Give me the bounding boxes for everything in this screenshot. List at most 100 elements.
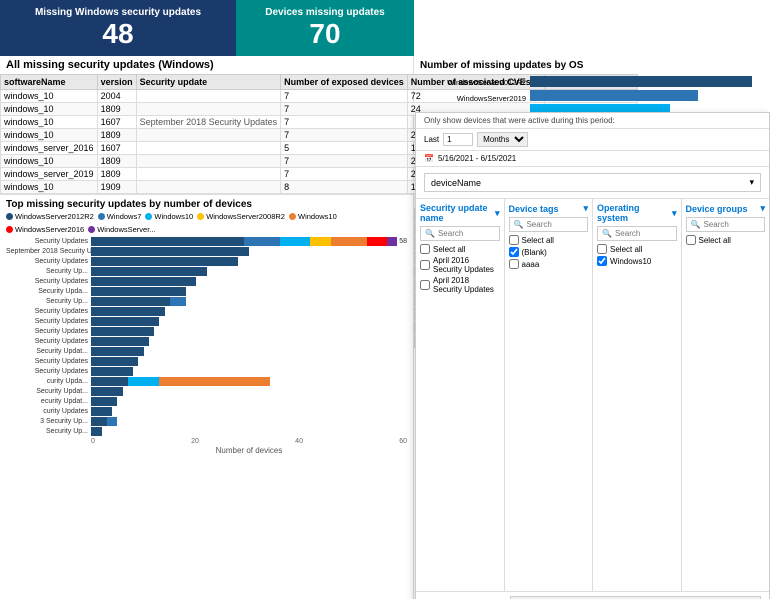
table-cell: 7 [281,168,408,181]
tags-blank-label: (Blank) [522,248,547,257]
bar-segment [91,297,170,306]
os-search-input[interactable] [615,229,672,238]
filter-option-2[interactable]: April 2018 Security Updates [420,276,500,294]
bar-segment [310,237,330,246]
th-version[interactable]: version [97,75,136,90]
bar-y-label: Security Up... [6,427,91,437]
period-unit-select[interactable]: Months [477,132,528,147]
th-software[interactable]: softwareName [1,75,98,90]
legend-item: Windows7 [98,212,142,221]
option2-checkbox[interactable] [420,280,430,290]
table-cell: 7 [281,116,408,129]
os-option1-checkbox[interactable] [597,256,607,266]
select-all-label: Select all [433,245,465,254]
table-cell [136,168,281,181]
bar-segment [159,377,270,386]
kpi-devices-title: Devices missing updates [265,7,385,19]
bar-segment [91,317,159,326]
bar-row [91,377,407,386]
bar-row [91,357,407,366]
tags-select-all[interactable]: Select all [509,235,589,245]
search-icon: 🔍 [425,229,435,238]
tags-blank-checkbox[interactable] [509,247,519,257]
bar-segment [91,247,249,256]
table-cell [136,155,281,168]
legend-dot [6,226,13,233]
os-filter-label: Operating system ▾ [597,203,677,223]
table-cell: 2004 [97,90,136,103]
bar-y-label: Security Updates [6,307,91,317]
dg-all-checkbox[interactable] [686,235,696,245]
legend-item: Windows10 [289,212,337,221]
option1-checkbox[interactable] [420,260,430,270]
bar-segment [91,267,207,276]
security-search-input[interactable] [438,229,495,238]
bar-row [91,307,407,316]
bar-y-label: curity Updates [6,407,91,417]
dg-select-all[interactable]: Select all [686,235,766,245]
select-all-checkbox[interactable] [420,244,430,254]
kpi-missing-title: Missing Windows security updates [35,7,201,19]
bar-x-title: Number of devices [91,446,407,455]
bar-segment [280,237,311,246]
table-cell: 7 [281,103,408,116]
os-y-label: WindowsServer2012R2 [420,75,526,89]
th-security[interactable]: Security update [136,75,281,90]
bar-segment [91,407,112,416]
filter-select-all[interactable]: Select all [420,244,500,254]
table-cell: windows_10 [1,181,98,194]
table-cell: 1809 [97,168,136,181]
dg-search-input[interactable] [703,220,760,229]
bar-segment [170,297,186,306]
device-select-label: deviceName [431,178,481,188]
table-cell [136,129,281,142]
only-active-text: Only show devices that were active durin… [416,113,769,129]
table-cell [136,103,281,116]
main-container: Missing Windows security updates 48 Devi… [0,0,770,599]
bar-y-label: Security Updates [6,237,91,247]
table-cell: 5 [281,142,408,155]
os-all-checkbox[interactable] [597,244,607,254]
option1-label: April 2016 Security Updates [433,256,500,274]
bar-segment [91,377,128,386]
bar-y-label: Security Updates [6,357,91,367]
table-cell: windows_10 [1,103,98,116]
tags-aaaa-checkbox[interactable] [509,259,519,269]
filter-col-groups: Device groups ▾ 🔍 Select all [682,199,770,591]
os-option1-label: Windows10 [610,257,651,266]
table-cell: 7 [281,90,408,103]
bar-row: 58 [91,237,407,246]
os-y-label: WindowsServer2019 [420,92,526,106]
legend-dot [98,213,105,220]
os-select-all[interactable]: Select all [597,244,677,254]
security-update-label: Security update name ▾ [420,203,500,223]
bar-segment [91,387,123,396]
content-row: All missing security updates (Windows) s… [0,56,770,599]
security-search[interactable]: 🔍 [420,226,500,241]
table-cell: windows_server_2019 [1,168,98,181]
th-exposed[interactable]: Number of exposed devices [281,75,408,90]
filter-col-os: Operating system ▾ 🔍 Select all Windows1… [593,199,682,591]
last-value-input[interactable] [443,133,473,146]
bar-row [91,297,407,306]
table-cell: 1809 [97,103,136,116]
bar-row [91,337,407,346]
table-cell [136,142,281,155]
tags-all-checkbox[interactable] [509,235,519,245]
bar-y-label: Security Up... [6,267,91,277]
tags-search-input[interactable] [526,220,583,229]
tags-aaaa-option[interactable]: aaaa [509,259,589,269]
filter-option-1[interactable]: April 2016 Security Updates [420,256,500,274]
os-search[interactable]: 🔍 [597,226,677,241]
tags-blank-option[interactable]: (Blank) [509,247,589,257]
bar-chart-bars: 58 [91,237,407,436]
bar-segment [91,337,149,346]
bar-segment [91,357,138,366]
tags-search[interactable]: 🔍 [509,217,589,232]
table-cell: 1607 [97,142,136,155]
dg-search[interactable]: 🔍 [686,217,766,232]
bar-row [91,427,407,436]
os-option1[interactable]: Windows10 [597,256,677,266]
filter-device-select[interactable]: deviceName ▾ [424,173,761,192]
os-bar-row [530,90,764,101]
